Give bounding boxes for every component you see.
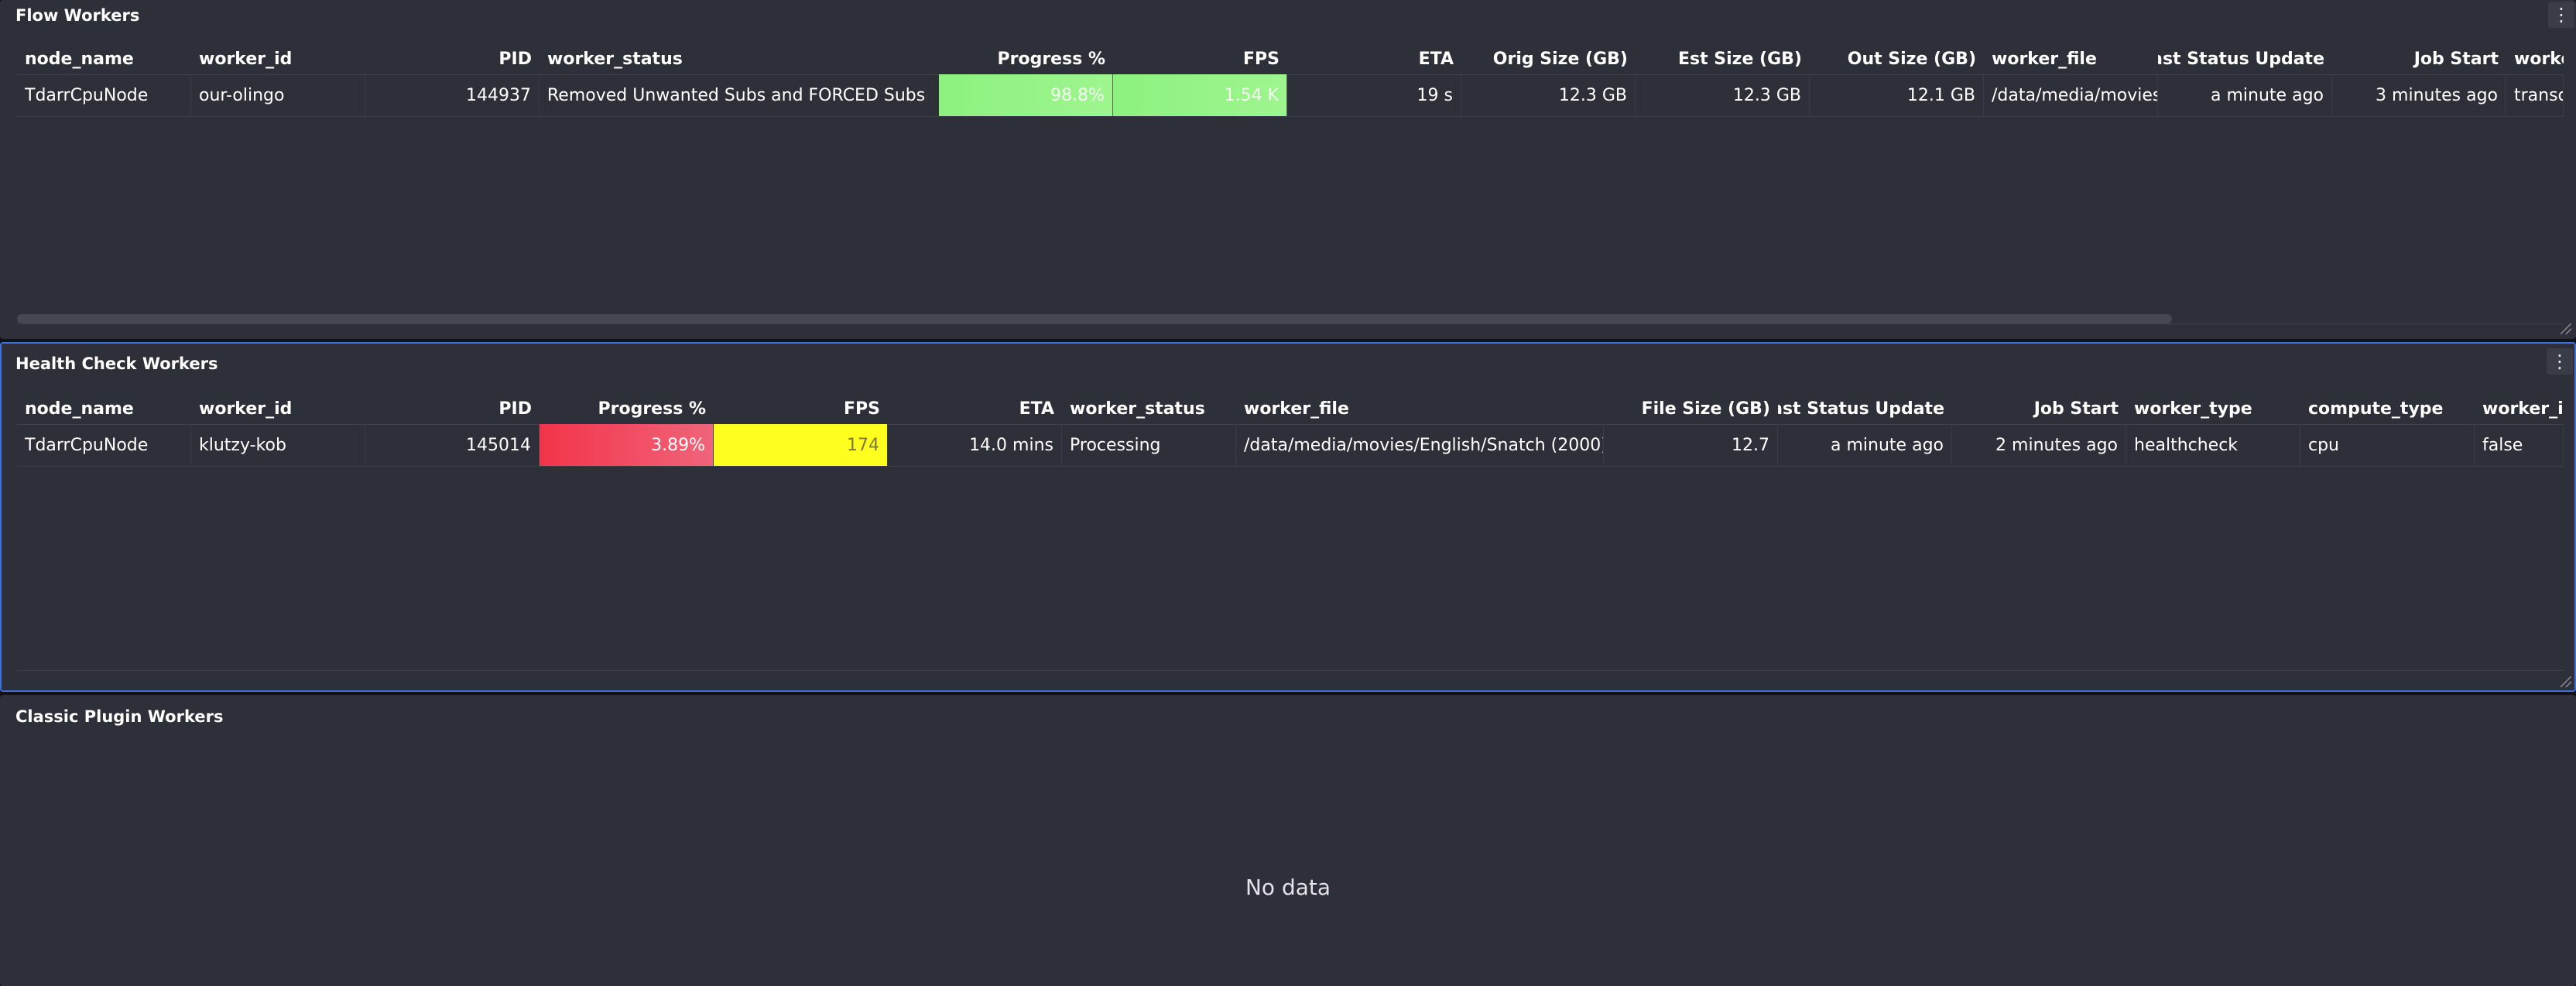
cell-progress-gauge: 98.8%	[939, 74, 1113, 116]
column-header-eta[interactable]: ETA	[888, 393, 1062, 424]
cell-out-size: 12.1 GB	[1810, 74, 1984, 116]
column-header-job-start[interactable]: Job Start	[1952, 393, 2126, 424]
cell-worker-idle: false	[2475, 424, 2564, 466]
column-header-worker-type[interactable]: worker	[2506, 43, 2564, 74]
cell-eta: 19 s	[1287, 74, 1461, 116]
column-header-worker-type[interactable]: worker_type	[2126, 393, 2300, 424]
panel-menu-icon[interactable]: ⋮	[2548, 2, 2574, 28]
column-header-node-name[interactable]: node_name	[17, 393, 191, 424]
cell-compute-type: cpu	[2300, 424, 2475, 466]
column-header-progress[interactable]: Progress %	[939, 43, 1113, 74]
column-header-node-name[interactable]: node_name	[17, 43, 191, 74]
column-header-file-size[interactable]: File Size (GB)	[1604, 393, 1778, 424]
cell-worker-type: healthcheck	[2126, 424, 2300, 466]
cell-file-size: 12.7	[1604, 424, 1778, 466]
classic-plugin-workers-panel: Classic Plugin Workers No data	[0, 695, 2576, 986]
panel-resize-handle-icon[interactable]	[2561, 676, 2571, 687]
table-header: node_name worker_id PID Progress % FPS E…	[17, 393, 2564, 425]
cell-node-name: TdarrCpuNode	[17, 74, 191, 116]
panel-title: Health Check Workers	[15, 354, 218, 373]
panel-menu-icon[interactable]: ⋮	[2547, 348, 2573, 375]
cell-job-start: 3 minutes ago	[2332, 74, 2506, 116]
column-header-compute-type[interactable]: compute_type	[2300, 393, 2475, 424]
column-header-est-size[interactable]: Est Size (GB)	[1636, 43, 1810, 74]
horizontal-scrollbar[interactable]	[17, 314, 2172, 324]
cell-pid: 145014	[365, 424, 540, 466]
panel-title: Classic Plugin Workers	[15, 707, 224, 726]
cell-worker-status: Removed Unwanted Subs and FORCED Subs	[547, 85, 926, 105]
panel-title: Flow Workers	[15, 6, 140, 25]
column-header-worker-file[interactable]: worker_file	[1984, 43, 2158, 74]
cell-job-start: 2 minutes ago	[1952, 424, 2126, 466]
column-header-worker-id[interactable]: worker_id	[191, 43, 365, 74]
panel-resize-handle-icon[interactable]	[2561, 324, 2571, 334]
cell-worker-id: klutzy-kob	[191, 424, 365, 466]
cell-fps-gauge: 1.54 K	[1113, 74, 1287, 116]
column-header-progress[interactable]: Progress %	[540, 393, 714, 424]
health-check-workers-panel: Health Check Workers ⋮ node_name worker_…	[0, 342, 2576, 692]
cell-worker-file: /data/media/movies/E	[1984, 74, 2158, 116]
column-header-worker-status[interactable]: worker_status	[1062, 393, 1236, 424]
cell-est-size: 12.3 GB	[1636, 74, 1810, 116]
column-header-out-size[interactable]: Out Size (GB)	[1810, 43, 1984, 74]
column-header-fps[interactable]: FPS	[1113, 43, 1287, 74]
cell-last-status-update: a minute ago	[1778, 424, 1952, 466]
column-header-last-status-update[interactable]: Last Status Update	[2158, 43, 2332, 74]
table-row[interactable]: TdarrCpuNode our-olingo 144937 Removed U…	[17, 74, 2564, 117]
column-header-orig-size[interactable]: Orig Size (GB)	[1461, 43, 1636, 74]
column-header-worker-idle[interactable]: worker_idl	[2475, 393, 2564, 424]
table-bottom-border	[17, 670, 2564, 671]
cell-progress-gauge: 3.89%	[540, 424, 714, 466]
table-header: node_name worker_id PID worker_status Pr…	[17, 43, 2564, 75]
column-header-worker-id[interactable]: worker_id	[191, 393, 365, 424]
cell-worker-id: our-olingo	[191, 74, 365, 116]
column-header-eta[interactable]: ETA	[1287, 43, 1461, 74]
column-header-fps[interactable]: FPS	[714, 393, 888, 424]
cell-pid: 144937	[365, 74, 540, 116]
cell-worker-file: /data/media/movies/English/Snatch (2000)…	[1236, 424, 1604, 466]
table-row[interactable]: TdarrCpuNode klutzy-kob 145014 3.89% 174…	[17, 424, 2564, 467]
column-header-last-status-update[interactable]: Last Status Update	[1778, 393, 1952, 424]
flow-workers-panel: Flow Workers ⋮ node_name worker_id PID w…	[0, 0, 2576, 339]
cell-fps-gauge: 174	[714, 424, 888, 466]
cell-worker-type: transco	[2506, 74, 2564, 116]
cell-worker-status: Processing	[1062, 424, 1236, 466]
cell-node-name: TdarrCpuNode	[17, 424, 191, 466]
column-header-pid[interactable]: PID	[365, 393, 540, 424]
column-header-worker-status[interactable]: worker_status	[540, 43, 939, 74]
no-data-message: No data	[1245, 875, 1331, 900]
column-header-pid[interactable]: PID	[365, 43, 540, 74]
cell-last-status-update: a minute ago	[2158, 74, 2332, 116]
column-header-worker-file[interactable]: worker_file	[1236, 393, 1604, 424]
column-header-job-start[interactable]: Job Start	[2332, 43, 2506, 74]
cell-orig-size: 12.3 GB	[1461, 74, 1636, 116]
cell-eta: 14.0 mins	[888, 424, 1062, 466]
